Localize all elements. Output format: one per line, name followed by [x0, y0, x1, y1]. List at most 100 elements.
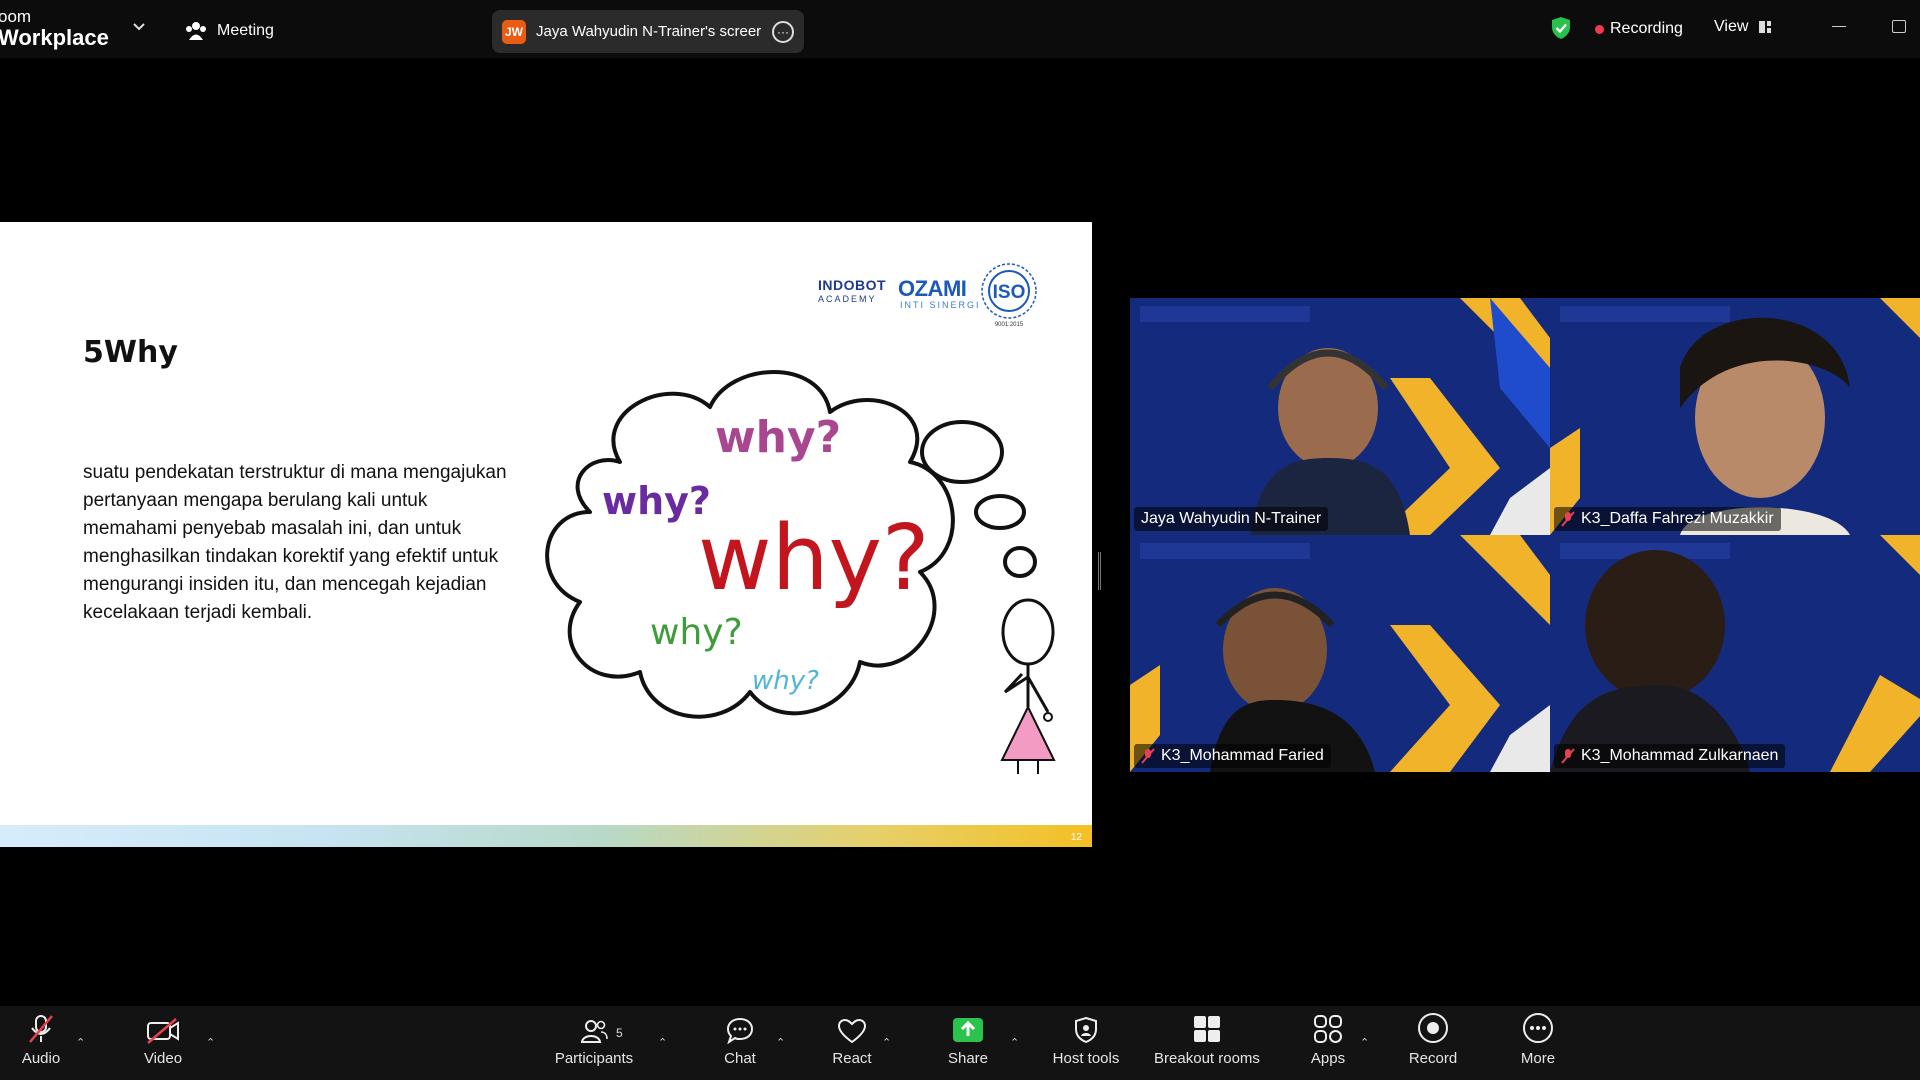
- breakout-rooms-button[interactable]: Breakout rooms: [1148, 1006, 1266, 1080]
- breakout-rooms-label: Breakout rooms: [1154, 1050, 1260, 1067]
- slide-body-text: suatu pendekatan terstruktur di mana men…: [83, 462, 507, 623]
- ozami-logo: OZAMI: [898, 276, 967, 301]
- stick-figure-arm: [1003, 672, 1029, 694]
- participants-count-badge: 5: [616, 1026, 623, 1040]
- recording-indicator[interactable]: Recording: [1595, 20, 1683, 38]
- why-word-1: why?: [715, 412, 841, 463]
- iso-code-text: 9001:2015: [995, 322, 1024, 328]
- more-options-icon[interactable]: ···: [772, 20, 794, 43]
- why-word-5: why?: [752, 666, 819, 696]
- share-label: Share: [947, 1050, 989, 1067]
- more-icon: [1523, 1013, 1553, 1043]
- participant-name: K3_Mohammad Faried: [1161, 747, 1324, 764]
- participant-name: Jaya Wahyudin N-Trainer: [1141, 510, 1322, 527]
- audio-options-caret-icon[interactable]: ⌃: [76, 1036, 85, 1049]
- video-options-caret-icon[interactable]: ⌃: [206, 1036, 215, 1049]
- participants-options-caret-icon[interactable]: ⌃: [658, 1036, 667, 1049]
- react-options-caret-icon[interactable]: ⌃: [882, 1036, 891, 1049]
- mic-muted-icon: [29, 1015, 53, 1043]
- sharer-avatar: JW: [502, 19, 526, 44]
- apps-icon: [1314, 1015, 1342, 1043]
- brand-line2: Workplace: [0, 25, 109, 50]
- screen-share-indicator[interactable]: JW Jaya Wahyudin N-Trainer's screer ···: [492, 10, 804, 53]
- slide-page-number: 12: [1070, 832, 1082, 843]
- shared-screen-slide: INDOBOT ACADEMY OZAMI INTI SINERGI ISO 9…: [0, 222, 1092, 847]
- video-off-icon: [147, 1018, 179, 1044]
- react-label: React: [832, 1050, 872, 1067]
- iso-logo-icon: ISO 9001:2015: [981, 263, 1037, 328]
- participant-name-tag: K3_Mohammad Faried: [1134, 744, 1331, 768]
- brand-line1: oom: [0, 7, 32, 26]
- host-tools-button[interactable]: Host tools: [1046, 1006, 1126, 1080]
- restore-window-icon[interactable]: [1892, 20, 1906, 33]
- record-label: Record: [1408, 1050, 1458, 1067]
- video-tile-1[interactable]: Jaya Wahyudin N-Trainer: [1130, 298, 1550, 535]
- iso-logo-text: ISO: [993, 282, 1026, 303]
- thought-bubble-illustration: why? why? why? why? why?: [545, 370, 1056, 774]
- more-button[interactable]: More: [1510, 1006, 1566, 1080]
- shield-check-icon[interactable]: [1550, 16, 1572, 40]
- why-word-4: why?: [650, 612, 743, 653]
- meeting-toolbar: Audio ⌃ Video ⌃ Participants 5 ⌃ Chat ⌃ …: [0, 1006, 1920, 1080]
- stick-figure-hand: [1043, 712, 1053, 722]
- view-button[interactable]: View: [1714, 18, 1772, 36]
- chevron-down-icon[interactable]: [132, 22, 146, 32]
- recording-dot-icon: [1595, 24, 1604, 34]
- video-button[interactable]: Video: [135, 1006, 191, 1080]
- small-bubble-3: [1003, 546, 1037, 578]
- host-tools-label: Host tools: [1052, 1050, 1120, 1067]
- mic-muted-icon: [1561, 748, 1575, 764]
- people-icon: [186, 22, 206, 40]
- participant-name-tag: K3_Mohammad Zulkarnaen: [1554, 744, 1786, 768]
- layout-icon: [1759, 21, 1772, 33]
- inti-sinergi-logo-text: INTI SINERGI: [900, 300, 981, 310]
- chat-icon: [726, 1017, 754, 1044]
- video-tile-4[interactable]: K3_Mohammad Zulkarnaen: [1550, 535, 1920, 772]
- breakout-rooms-icon: [1194, 1016, 1220, 1042]
- share-button[interactable]: Share: [940, 1006, 996, 1080]
- heart-icon: [837, 1018, 867, 1044]
- chat-button[interactable]: Chat: [712, 1006, 768, 1080]
- video-tile-3[interactable]: K3_Mohammad Faried: [1130, 535, 1550, 772]
- indobot-logo: INDOBOT: [818, 277, 887, 293]
- video-tile-2[interactable]: K3_Daffa Fahrezi Muzakkir: [1550, 298, 1920, 535]
- participants-label: Participants: [554, 1050, 634, 1067]
- tile-background: [1130, 298, 1550, 535]
- academy-logo-text: ACADEMY: [818, 294, 877, 304]
- record-button[interactable]: Record: [1404, 1006, 1462, 1080]
- tile-background: [1130, 535, 1550, 772]
- recording-label: Recording: [1610, 20, 1683, 37]
- audio-button[interactable]: Audio: [14, 1006, 68, 1080]
- slide-logos: INDOBOT ACADEMY OZAMI INTI SINERGI ISO 9…: [818, 260, 1048, 330]
- splitter-handle[interactable]: [1098, 552, 1101, 590]
- top-bar: oom Workplace Meeting JW Jaya Wahyudin N…: [0, 0, 1920, 58]
- share-options-caret-icon[interactable]: ⌃: [1010, 1036, 1019, 1049]
- more-label: More: [1520, 1050, 1556, 1067]
- stick-figure-head: [1001, 598, 1055, 666]
- view-label: View: [1714, 18, 1749, 35]
- why-word-3: why?: [698, 506, 930, 611]
- participant-name-tag: Jaya Wahyudin N-Trainer: [1134, 507, 1329, 531]
- app-brand: oom Workplace: [0, 8, 109, 49]
- share-screen-icon: [953, 1018, 983, 1042]
- chat-options-caret-icon[interactable]: ⌃: [776, 1036, 785, 1049]
- apps-options-caret-icon[interactable]: ⌃: [1360, 1036, 1369, 1049]
- slide-footer-bar: 12: [0, 825, 1092, 847]
- video-label: Video: [143, 1050, 183, 1067]
- audio-label: Audio: [21, 1050, 61, 1067]
- shield-icon: [1075, 1016, 1097, 1044]
- apps-button[interactable]: Apps: [1300, 1006, 1356, 1080]
- participant-name: K3_Daffa Fahrezi Muzakkir: [1581, 510, 1774, 527]
- record-icon: [1418, 1013, 1448, 1043]
- participant-name-tag: K3_Daffa Fahrezi Muzakkir: [1554, 507, 1781, 531]
- participants-icon: [580, 1020, 608, 1043]
- meeting-button[interactable]: Meeting: [185, 18, 274, 44]
- participants-button[interactable]: Participants: [548, 1006, 640, 1080]
- stick-figure-arm-right: [1026, 676, 1050, 713]
- minimize-window-icon[interactable]: [1832, 26, 1846, 27]
- why-word-2: why?: [602, 479, 711, 523]
- small-bubble-1: [920, 420, 1004, 484]
- react-button[interactable]: React: [824, 1006, 880, 1080]
- sharer-label: Jaya Wahyudin N-Trainer's screer: [536, 23, 762, 40]
- meeting-label: Meeting: [217, 22, 274, 39]
